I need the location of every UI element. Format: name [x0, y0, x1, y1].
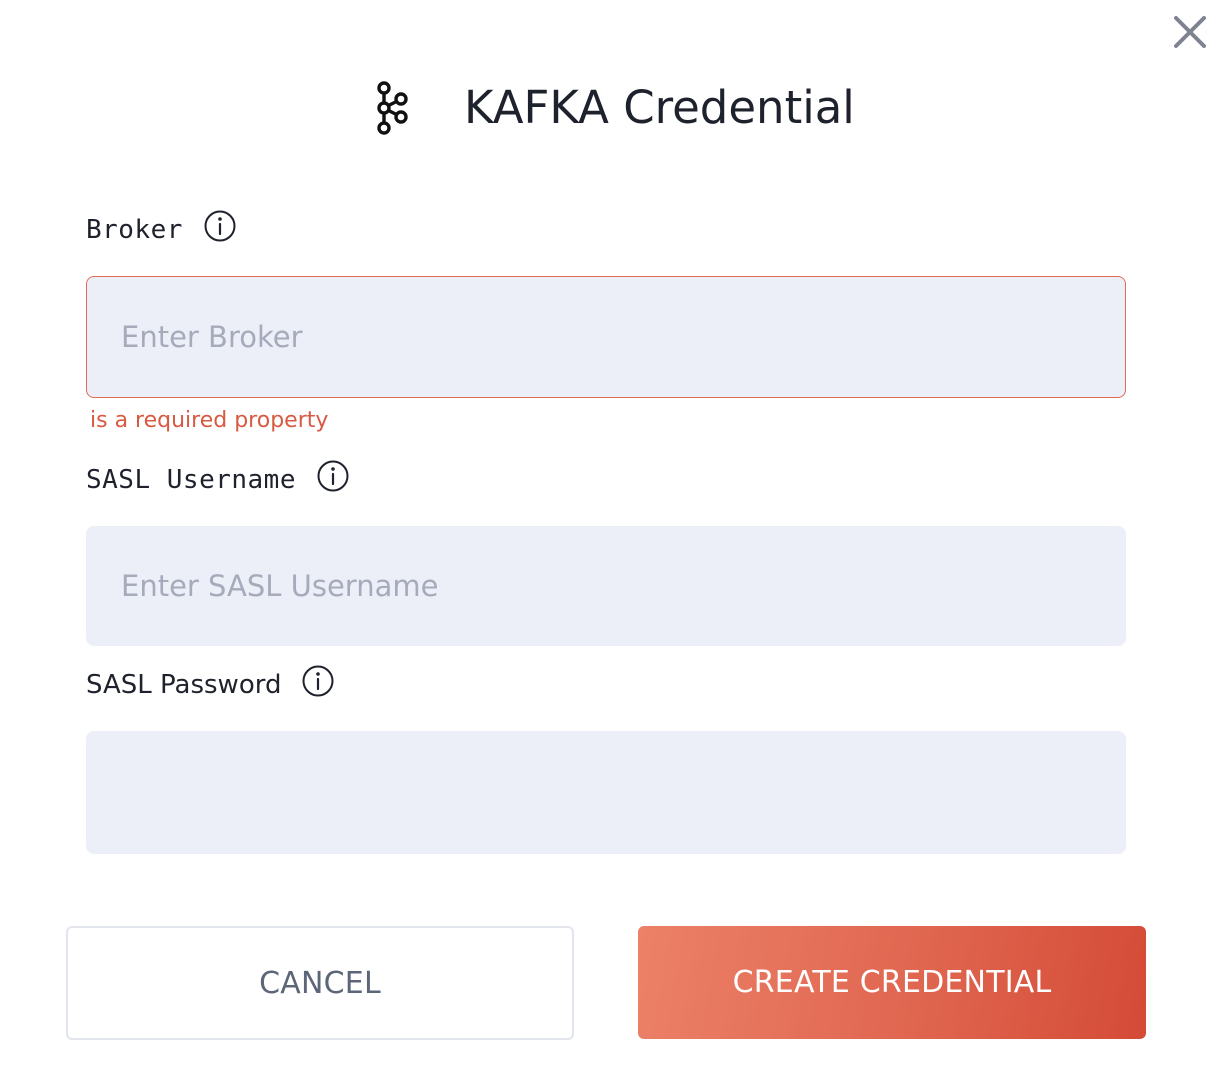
sasl-password-label: SASL Password: [86, 670, 282, 700]
sasl-username-label-row: SASL Username: [86, 460, 350, 500]
broker-label-row: Broker: [86, 210, 237, 250]
sasl-password-input[interactable]: [86, 731, 1126, 854]
sasl-password-label-row: SASL Password: [86, 665, 335, 705]
sasl-username-label: SASL Username: [86, 465, 296, 495]
close-button[interactable]: [1170, 12, 1210, 52]
info-icon[interactable]: [316, 459, 350, 493]
dialog-title: KAFKA Credential: [464, 81, 855, 134]
info-icon[interactable]: [203, 209, 237, 243]
sasl-username-input[interactable]: [86, 526, 1126, 646]
create-credential-button[interactable]: CREATE CREDENTIAL: [638, 926, 1146, 1039]
kafka-logo-icon: [377, 81, 408, 135]
broker-label: Broker: [86, 215, 183, 245]
broker-error-message: is a required property: [90, 408, 329, 433]
info-icon[interactable]: [301, 664, 335, 698]
dialog-header: KAFKA Credential: [0, 70, 1226, 146]
close-icon: [1174, 16, 1206, 48]
broker-input[interactable]: [86, 276, 1126, 398]
cancel-button[interactable]: CANCEL: [66, 926, 574, 1040]
